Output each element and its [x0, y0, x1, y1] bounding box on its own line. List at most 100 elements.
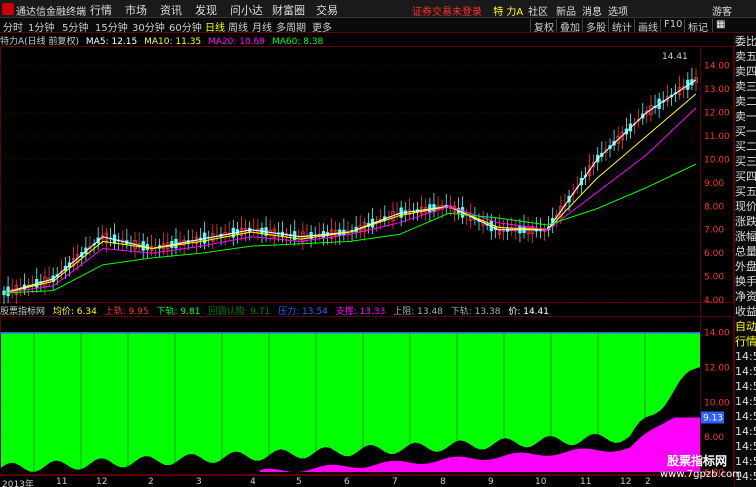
- x-label: 2: [148, 477, 154, 487]
- x-label: 7: [392, 477, 398, 487]
- price-axis-label: 4.00: [704, 296, 724, 306]
- right-panel-item: 14:56: [735, 365, 756, 378]
- indicator-name: 股票指标网: [0, 307, 46, 317]
- tool-f10[interactable]: F10: [660, 19, 682, 32]
- right-panel-item: 14:56: [735, 380, 756, 393]
- time-axis: 2013年 11 12 2 3 4 5 6 7 8 9 10 11 12 2: [0, 475, 734, 487]
- tool-draw[interactable]: 画线: [634, 19, 658, 34]
- right-panel-item: 总量: [735, 245, 756, 258]
- right-panel-item: 卖一: [735, 110, 756, 123]
- ma-info-line: 特力A(日线 前复权) MA5: 12.15 MA10: 11.35 MA20:…: [0, 34, 327, 47]
- right-panel-item: 卖五: [735, 50, 756, 63]
- price-axis-label: 14.00: [704, 62, 730, 72]
- right-panel-item: 卖三: [735, 80, 756, 93]
- right-panel-item: 卖二: [735, 95, 756, 108]
- tool-stats[interactable]: 统计: [608, 19, 632, 34]
- menu-options[interactable]: 选项: [608, 3, 628, 18]
- right-panel-item: 14:56: [735, 440, 756, 453]
- max-price-label: 14.41: [662, 52, 688, 62]
- menu-news[interactable]: 资讯: [160, 2, 182, 18]
- right-panel-item: 涨跌: [735, 215, 756, 228]
- indicator-current-value: 9.13: [703, 414, 723, 424]
- period-multi[interactable]: 多周期: [276, 19, 306, 34]
- login-status[interactable]: 证券交易未登录 特 力A: [412, 3, 523, 18]
- period-30min[interactable]: 30分钟: [132, 19, 165, 34]
- menu-bar: 通达信金融终端 行情 市场 资讯 发现 问小达 财富圈 交易 证券交易未登录 特…: [0, 0, 756, 18]
- right-panel-item: 14:56: [735, 410, 756, 423]
- period-intraday[interactable]: 分时: [3, 19, 23, 34]
- indicator-down-stop: 下轨: 13.38: [450, 307, 501, 317]
- tool-overlay[interactable]: 叠加: [556, 19, 580, 34]
- period-weekly[interactable]: 周线: [228, 19, 248, 34]
- right-panel-item: 买四: [735, 170, 756, 183]
- tool-grid-icon[interactable]: ▦: [712, 19, 725, 32]
- right-panel-item: 现价: [735, 200, 756, 213]
- watermark-line1: 股票指标网: [666, 454, 727, 468]
- tool-multi-stock[interactable]: 多股: [582, 19, 606, 34]
- indicator-info-line: 股票指标网 均价: 6.34 上轨: 9.95 下轨: 9.81 回调认购: 9…: [0, 304, 554, 317]
- price-axis-label: 12.00: [704, 109, 730, 119]
- indicator-avg: 均价: 6.34: [52, 307, 97, 317]
- right-panel-item: 买五: [735, 185, 756, 198]
- x-label: 11: [56, 477, 68, 487]
- guest-user[interactable]: 游客: [712, 3, 732, 18]
- period-15min[interactable]: 15分钟: [95, 19, 128, 34]
- app-title: 通达信金融终端: [16, 7, 86, 18]
- price-axis-label: 10.00: [704, 155, 730, 165]
- indicator-upper: 上轨: 9.95: [104, 307, 149, 317]
- app-logo-icon: [2, 3, 14, 15]
- menu-new[interactable]: 新品: [556, 3, 576, 18]
- watermark-line2: www.7gpzb.com: [660, 469, 742, 480]
- price-axis-label: 9.00: [704, 179, 724, 189]
- ma-line-ma10: [3, 93, 697, 294]
- x-label: 5: [296, 477, 302, 487]
- price-axis-label: 8.00: [704, 202, 724, 212]
- tool-adjust[interactable]: 复权: [530, 19, 554, 34]
- x-label: 2: [645, 477, 651, 487]
- right-panel-item: 外盘: [735, 260, 756, 273]
- right-panel-item: 14:56: [735, 455, 756, 468]
- right-panel-item: 卖四: [735, 65, 756, 78]
- period-1min[interactable]: 1分钟: [28, 19, 54, 34]
- x-label: 12: [96, 477, 108, 487]
- menu-community[interactable]: 社区: [528, 3, 548, 18]
- menu-trade[interactable]: 交易: [316, 2, 338, 18]
- watermark: 股票指标网 www.7gpzb.com: [660, 452, 742, 482]
- indicator-price: 价: 14.41: [508, 307, 549, 317]
- right-panel-item: 收益: [735, 305, 756, 318]
- menu-discover[interactable]: 发现: [195, 2, 217, 18]
- right-panel-item: 买三: [735, 155, 756, 168]
- indicator-lower: 下轨: 9.81: [156, 307, 201, 317]
- indicator-pullback: 回调认购: 9.71: [208, 307, 271, 317]
- period-more[interactable]: 更多: [312, 19, 332, 34]
- price-axis-label: 7.00: [704, 226, 724, 236]
- tool-mark[interactable]: 标记: [684, 19, 708, 34]
- right-panel-item: 买一: [735, 125, 756, 138]
- price-axis-label: 5.00: [704, 273, 724, 283]
- kline-chart[interactable]: 14.00 13.00 12.00 11.00 10.00 9.00 8.00 7.00 6.0…: [0, 46, 734, 475]
- x-label: 3: [196, 477, 202, 487]
- indicator-pressure: 压力: 13.54: [278, 307, 328, 317]
- ma-line-ma5: [3, 79, 697, 294]
- right-panel-item: 换手: [735, 275, 756, 288]
- indicator-up-stop: 上阻: 13.48: [393, 307, 443, 317]
- period-5min[interactable]: 5分钟: [62, 19, 88, 34]
- x-label: 6: [344, 477, 350, 487]
- menu-wealth[interactable]: 财富圈: [272, 2, 305, 18]
- menu-market[interactable]: 市场: [125, 2, 147, 18]
- x-label: 10: [535, 477, 547, 487]
- period-monthly[interactable]: 月线: [252, 19, 272, 34]
- period-daily[interactable]: 日线: [205, 19, 225, 34]
- x-label: 8: [440, 477, 446, 487]
- menu-quotes[interactable]: 行情: [90, 2, 112, 18]
- right-panel-item: 委比: [735, 35, 756, 48]
- x-label: 12: [620, 477, 632, 487]
- menu-ask[interactable]: 问小达: [230, 2, 263, 18]
- period-60min[interactable]: 60分钟: [169, 19, 202, 34]
- indicator-axis-label: 8.00: [704, 433, 724, 443]
- price-axis-label: 11.00: [704, 132, 730, 142]
- x-label: 2013年: [2, 480, 34, 487]
- price-axis-label: 13.00: [704, 85, 730, 95]
- menu-messages[interactable]: 消息: [582, 3, 602, 18]
- stock-title: 特 力A: [493, 7, 524, 18]
